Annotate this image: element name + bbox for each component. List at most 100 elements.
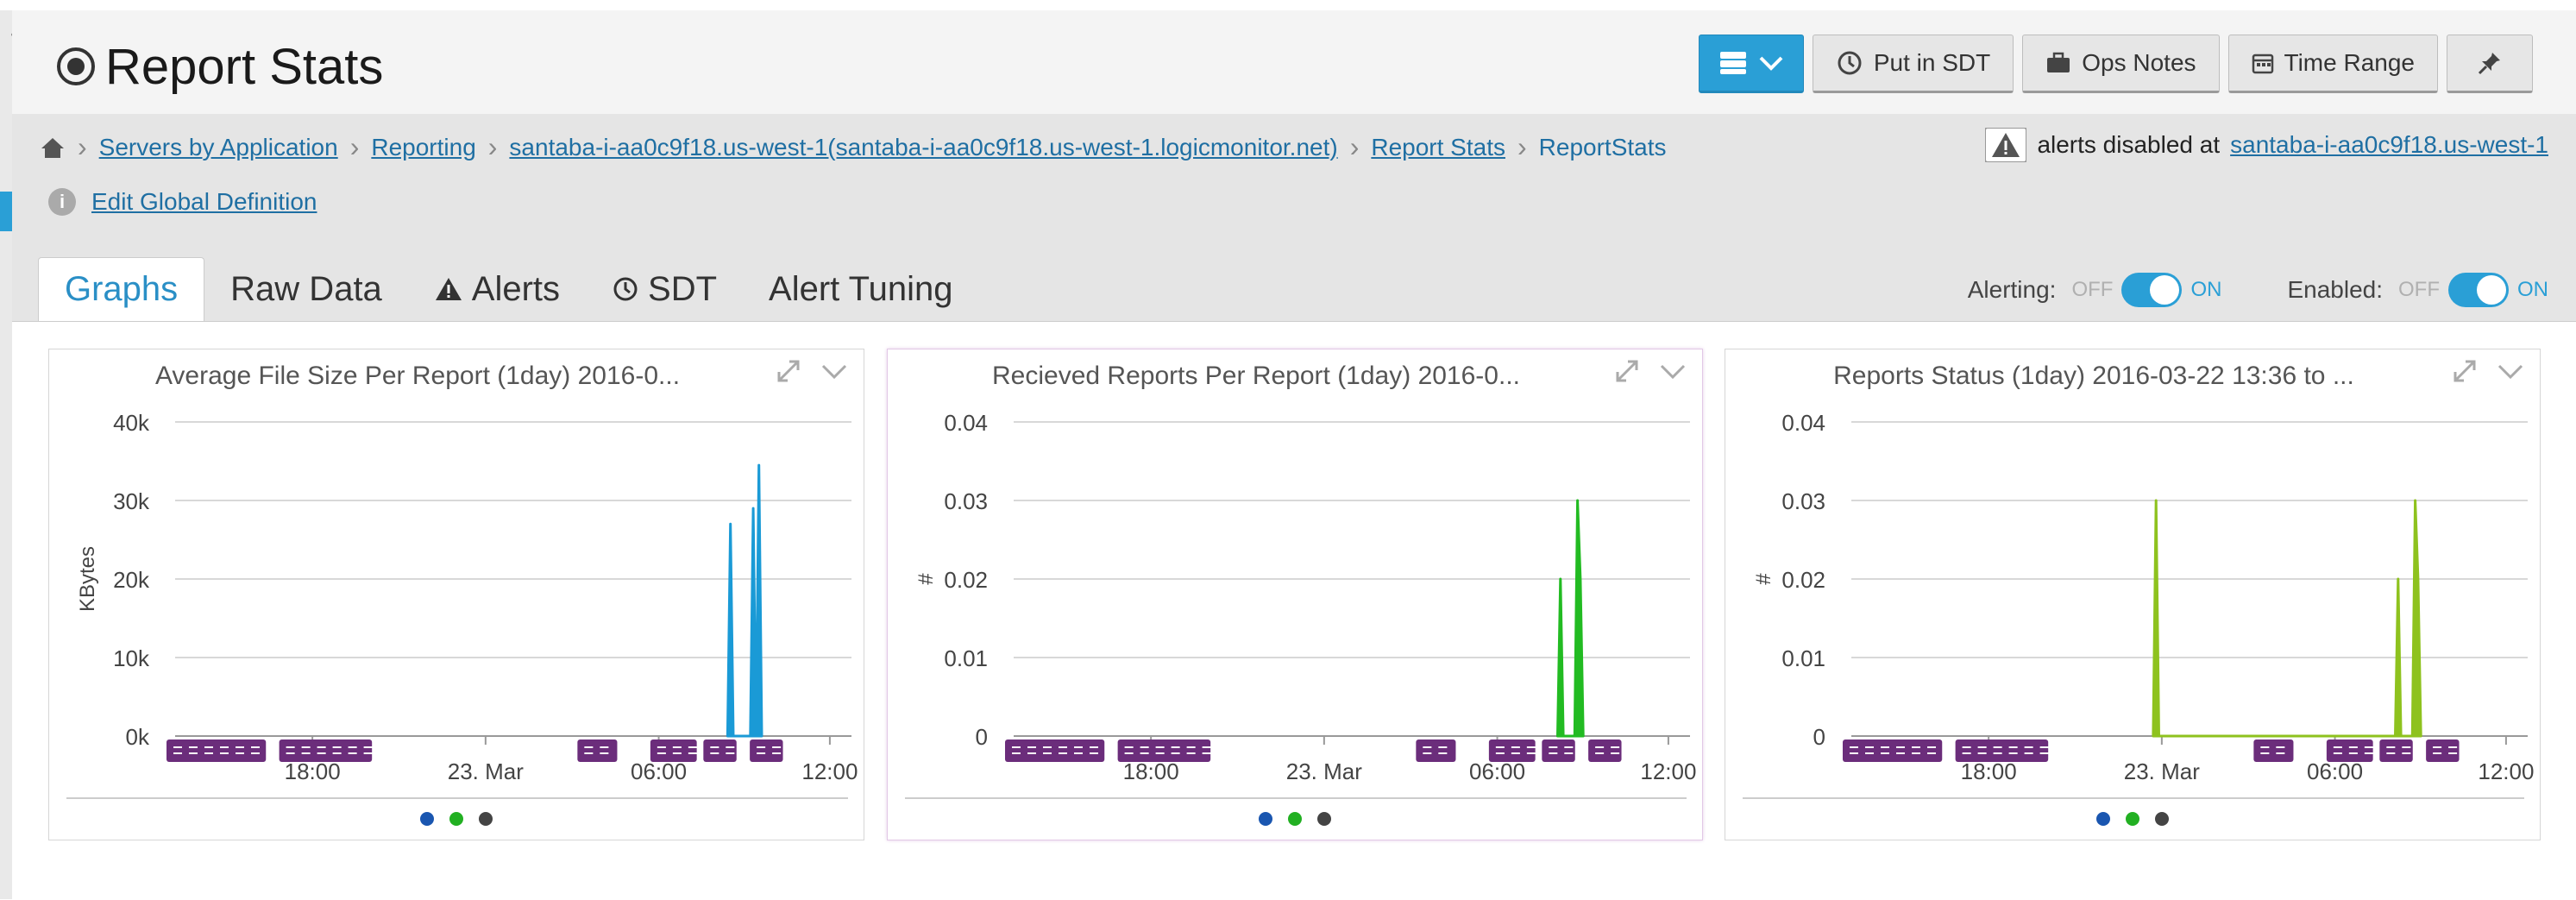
enabled-off-label: OFF [2398,278,2440,301]
legend-dot[interactable] [479,812,493,826]
sdt-clock-icon [613,277,638,301]
legend-dot[interactable] [2155,812,2169,826]
breadcrumb: › Servers by Application › Reporting › s… [40,131,1667,163]
legend-dot[interactable] [1288,812,1302,826]
graph-panel: Average File Size Per Report (1day) 2016… [48,349,864,840]
top-strip [0,0,2576,10]
series-spike [1556,499,1585,738]
edit-global-definition-link[interactable]: Edit Global Definition [91,188,317,216]
sdt-marker[interactable] [1117,740,1211,762]
tab-alert-tuning[interactable]: Alert Tuning [743,257,978,321]
y-tick-label: 10k [113,645,150,671]
y-tick-label: 0 [1813,724,1825,750]
alerts-disabled-notice: alerts disabled at santaba-i-aa0c9f18.us… [1985,128,2548,162]
breadcrumb-servers-by-application[interactable]: Servers by Application [99,134,338,161]
chart-legend [49,812,864,826]
sdt-marker[interactable] [2326,740,2373,762]
tab-alerts[interactable]: Alerts [408,257,586,321]
devices-menu-button[interactable] [1698,35,1804,93]
legend-dot[interactable] [2096,812,2110,826]
sdt-marker[interactable] [1416,740,1456,762]
series-spike [726,463,763,738]
graph-panel: Recieved Reports Per Report (1day) 2016-… [887,349,1703,840]
tab-sdt[interactable]: SDT [586,257,743,321]
tab-graphs-label: Graphs [65,270,179,308]
alerting-label: Alerting: [1967,276,2057,303]
y-axis-label: # [1752,573,1775,585]
x-tick-label: 18:00 [1961,758,2017,784]
ops-notes-button[interactable]: Ops Notes [2022,35,2220,93]
y-tick-label: 0k [126,724,150,750]
tab-raw-data-label: Raw Data [230,269,382,308]
chart-plot: 0.04 0.03 0.02 0.01 0 #18:00 23. Mar 06:00 12:00 [905,410,1696,799]
y-tick-label: 30k [113,488,150,514]
put-in-sdt-button[interactable]: Put in SDT [1812,35,2014,93]
y-tick-label: 0 [976,724,988,750]
x-tick-label: 18:00 [285,758,341,784]
sdt-marker[interactable] [1843,740,1943,762]
sdt-marker[interactable] [279,740,373,762]
sdt-marker[interactable] [1005,740,1105,762]
sdt-marker[interactable] [2426,740,2460,762]
tab-graphs[interactable]: Graphs [38,257,205,321]
enabled-switch[interactable] [2448,273,2509,307]
tab-sdt-label: SDT [648,269,718,308]
legend-dot[interactable] [1317,812,1331,826]
legend-dot[interactable] [449,812,463,826]
tab-alert-tuning-label: Alert Tuning [769,269,953,308]
y-tick-label: 40k [113,410,150,436]
sdt-marker[interactable] [1488,740,1536,762]
warning-icon [435,278,462,300]
graph-panel: Reports Status (1day) 2016-03-22 13:36 t… [1725,349,2541,840]
sdt-marker[interactable] [2379,740,2413,762]
briefcase-icon [2047,52,2070,72]
chevron-down-icon [1759,56,1783,71]
left-rail-accent [0,192,12,231]
y-tick-label: 0.02 [1781,567,1825,593]
sdt-clock-icon [1838,51,1862,75]
breadcrumb-reporting[interactable]: Reporting [371,134,475,161]
breadcrumb-report-stats[interactable]: Report Stats [1371,134,1505,161]
sdt-marker[interactable] [1588,740,1622,762]
x-tick-label: 23. Mar [448,758,524,784]
left-rail: ‹ [0,10,33,899]
tab-bar: Graphs Raw Data Alerts SDT Alert Tuning [38,257,979,321]
sdt-marker[interactable] [750,740,783,762]
home-icon[interactable] [40,135,66,160]
pin-button[interactable] [2447,35,2533,93]
sdt-marker[interactable] [1955,740,2049,762]
sdt-marker[interactable] [577,740,618,762]
breadcrumb-device[interactable]: santaba-i-aa0c9f18.us-west-1(santaba-i-a… [509,134,1337,161]
tab-raw-data[interactable]: Raw Data [204,257,408,321]
legend-dot[interactable] [420,812,434,826]
server-icon [1719,52,1746,74]
sdt-marker[interactable] [166,740,267,762]
legend-dot[interactable] [2126,812,2139,826]
y-tick-label: 0.03 [944,488,988,514]
enabled-toggle[interactable]: OFF ON [2398,273,2548,307]
sdt-marker[interactable] [703,740,737,762]
chart-plot: 40k 30k 20k 10k 0k KBytes 18:00 23. Mar 06:00 12:… [66,410,858,799]
sdt-marker[interactable] [650,740,697,762]
enabled-label: Enabled: [2287,276,2383,303]
legend-dot[interactable] [1259,812,1272,826]
y-tick-label: 0.03 [1781,488,1825,514]
page-title-text: Report Stats [105,38,384,95]
enabled-on-label: ON [2517,278,2548,301]
alerts-disabled-text: alerts disabled at [2037,131,2221,158]
y-tick-label: 0.04 [944,410,988,436]
sdt-marker[interactable] [2253,740,2294,762]
alerting-on-label: ON [2190,278,2222,301]
alerting-toggle[interactable]: OFF ON [2071,273,2221,307]
alerts-disabled-link[interactable]: santaba-i-aa0c9f18.us-west-1 [2230,131,2548,159]
put-in-sdt-label: Put in SDT [1873,49,1991,76]
time-range-button[interactable]: Time Range [2227,35,2438,93]
breadcrumb-separator-icon: › [78,131,87,162]
alerting-off-label: OFF [2071,278,2114,301]
toolbar: Put in SDT Ops Notes Time Range [1698,35,2533,93]
alerting-switch[interactable] [2121,273,2183,307]
y-tick-label: 0.02 [944,567,988,593]
x-tick-label: 06:00 [2307,758,2363,784]
y-axis-label: # [914,573,938,585]
sdt-marker[interactable] [1542,740,1575,762]
